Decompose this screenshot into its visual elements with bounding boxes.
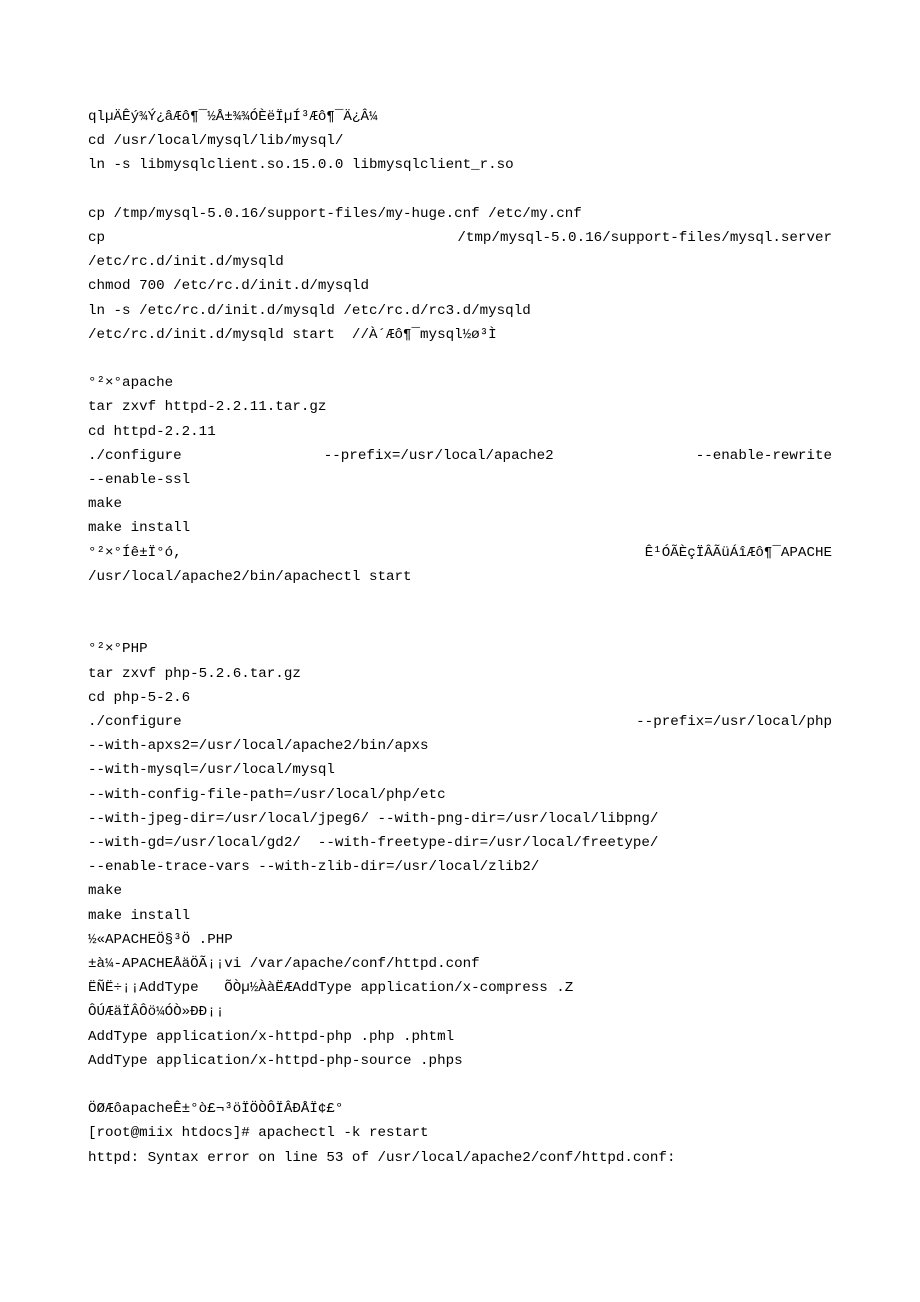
document-body: qlµÄÊý¾Ý¿âÆô¶¯½Å±¾¾ÓÈëÏµÍ³Æô¶¯Ä¿Â¼cd /us… xyxy=(88,105,832,1170)
line-segment: --enable-rewrite xyxy=(696,444,832,468)
line-segment: ./configure xyxy=(88,710,182,734)
text-line: qlµÄÊý¾Ý¿âÆô¶¯½Å±¾¾ÓÈëÏµÍ³Æô¶¯Ä¿Â¼ xyxy=(88,105,832,129)
text-line: --with-config-file-path=/usr/local/php/e… xyxy=(88,783,832,807)
text-line: chmod 700 /etc/rc.d/init.d/mysqld xyxy=(88,274,832,298)
text-line: ÔÚÆäÏÂÔö¼ÓÒ»ÐÐ¡¡ xyxy=(88,1000,832,1024)
text-line: ËÑË÷¡¡AddType ÕÒµ½ÀàËÆAddType applicatio… xyxy=(88,976,832,1000)
text-line: AddType application/x-httpd-php .php .ph… xyxy=(88,1025,832,1049)
justified-line: ./configure --prefix=/usr/local/apache2 --… xyxy=(88,444,832,468)
text-line: tar zxvf php-5.2.6.tar.gz xyxy=(88,662,832,686)
line-segment: /tmp/mysql-5.0.16/support-files/mysql.se… xyxy=(457,226,832,250)
blank-line xyxy=(88,613,832,637)
line-segment: --prefix=/usr/local/apache2 xyxy=(324,444,554,468)
blank-line xyxy=(88,178,832,202)
text-line: °²×°PHP xyxy=(88,637,832,661)
blank-line xyxy=(88,589,832,613)
text-line: httpd: Syntax error on line 53 of /usr/l… xyxy=(88,1146,832,1170)
text-line: --with-gd=/usr/local/gd2/ --with-freetyp… xyxy=(88,831,832,855)
line-segment: °²×°Íê±Ï°ó, xyxy=(88,541,182,565)
blank-line xyxy=(88,1073,832,1097)
line-segment: Ê¹ÓÃÈçÏÂÃüÁîÆô¶¯APACHE xyxy=(645,541,832,565)
text-line: ½«APACHEÖ§³Ö .PHP xyxy=(88,928,832,952)
text-line: cd php-5-2.6 xyxy=(88,686,832,710)
text-line: ln -s /etc/rc.d/init.d/mysqld /etc/rc.d/… xyxy=(88,299,832,323)
text-line: --with-mysql=/usr/local/mysql xyxy=(88,758,832,782)
text-line: --enable-ssl xyxy=(88,468,832,492)
text-line: cp /tmp/mysql-5.0.16/support-files/my-hu… xyxy=(88,202,832,226)
text-line: --with-jpeg-dir=/usr/local/jpeg6/ --with… xyxy=(88,807,832,831)
text-line: ±à¼-APACHEÅäÖÃ¡¡vi /var/apache/conf/http… xyxy=(88,952,832,976)
justified-line: ./configure --prefix=/usr/local/php xyxy=(88,710,832,734)
text-line: cd /usr/local/mysql/lib/mysql/ xyxy=(88,129,832,153)
blank-line xyxy=(88,347,832,371)
text-line: make xyxy=(88,879,832,903)
text-line: make install xyxy=(88,516,832,540)
text-line: [root@miix htdocs]# apachectl -k restart xyxy=(88,1121,832,1145)
text-line: °²×°apache xyxy=(88,371,832,395)
text-line: /usr/local/apache2/bin/apachectl start xyxy=(88,565,832,589)
text-line: make xyxy=(88,492,832,516)
text-line: ÖØÆôapacheÊ±°ò£¬³öÏÖÒÔÏÂÐÅÏ¢£° xyxy=(88,1097,832,1121)
text-line: --enable-trace-vars --with-zlib-dir=/usr… xyxy=(88,855,832,879)
justified-line: cp/tmp/mysql-5.0.16/support-files/mysql.… xyxy=(88,226,832,250)
line-segment: ./configure xyxy=(88,444,182,468)
text-line: make install xyxy=(88,904,832,928)
text-line: /etc/rc.d/init.d/mysqld xyxy=(88,250,832,274)
text-line: tar zxvf httpd-2.2.11.tar.gz xyxy=(88,395,832,419)
text-line: /etc/rc.d/init.d/mysqld start //À´Æô¶¯my… xyxy=(88,323,832,347)
text-line: AddType application/x-httpd-php-source .… xyxy=(88,1049,832,1073)
text-line: ln -s libmysqlclient.so.15.0.0 libmysqlc… xyxy=(88,153,832,177)
text-line: --with-apxs2=/usr/local/apache2/bin/apxs xyxy=(88,734,832,758)
line-segment: cp xyxy=(88,226,105,250)
text-line: cd httpd-2.2.11 xyxy=(88,420,832,444)
justified-line: °²×°Íê±Ï°ó, Ê¹ÓÃÈçÏÂÃüÁîÆô¶¯APACHE xyxy=(88,541,832,565)
line-segment: --prefix=/usr/local/php xyxy=(636,710,832,734)
